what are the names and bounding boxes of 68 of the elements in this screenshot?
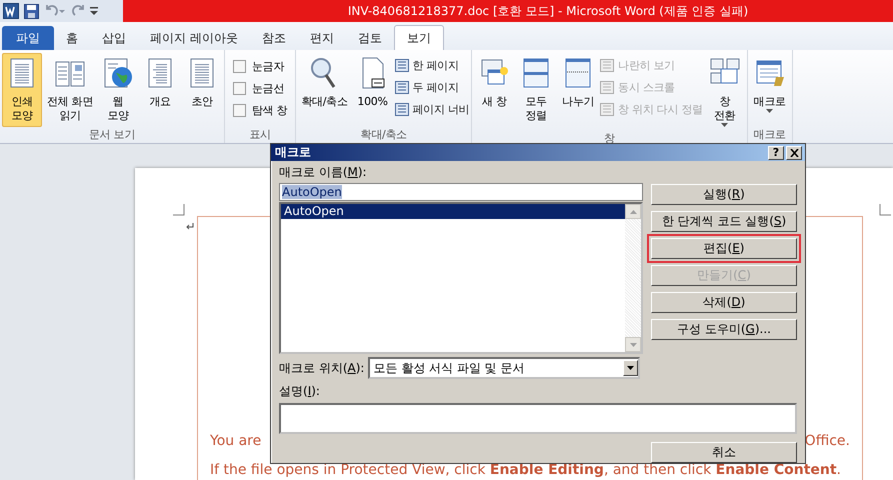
checkbox[interactable]: 탐색 창	[233, 99, 288, 121]
cancel-button[interactable]: 취소	[651, 442, 797, 463]
description-field[interactable]	[279, 403, 797, 434]
save-icon[interactable]	[24, 4, 39, 18]
dialog-title: 매크로	[275, 144, 311, 161]
ribbon-button[interactable]: 전체 화면 읽기	[44, 53, 96, 127]
scrollbar[interactable]	[625, 204, 641, 352]
group-label: 문서 보기	[88, 127, 136, 143]
page-icon	[600, 103, 614, 116]
ribbon-button[interactable]: 개요	[140, 53, 180, 127]
page-icon	[394, 81, 409, 94]
return-arrow-icon	[186, 223, 194, 230]
ribbon-small-button[interactable]: 한 페이지	[394, 56, 470, 75]
ribbon-tab[interactable]: 보기	[394, 25, 444, 50]
ribbon-tab[interactable]: 홈	[54, 26, 90, 50]
down-arrow-icon	[630, 342, 636, 346]
crop-mark-icon	[879, 204, 891, 216]
customize-caret-icon[interactable]	[90, 5, 98, 17]
ribbon-button[interactable]: 모두 정렬	[516, 53, 556, 131]
dialog-button[interactable]: 삭제(D)	[651, 292, 797, 313]
window-title: INV-840681218377.doc [호환 모드] - Microsoft Word (제품 인증 실패)	[348, 2, 748, 20]
ribbon-tab[interactable]: 페이지 레이아웃	[138, 26, 250, 50]
dialog-button[interactable]: 한 단계씩 코드 실행(S)	[651, 211, 797, 232]
ribbon-small-button[interactable]: 두 페이지	[394, 78, 470, 97]
ribbon-button[interactable]: 초안	[182, 53, 222, 127]
field-label: 매크로 이름(M):	[279, 164, 368, 181]
page-icon	[394, 103, 409, 116]
ribbon-button[interactable]: 확대/축소	[298, 53, 351, 127]
dialog-button[interactable]: 구성 도우미(G)...	[651, 319, 797, 340]
crop-mark-icon	[173, 204, 185, 216]
checkbox[interactable]: 눈금선	[233, 77, 288, 99]
document-text: If the file opens in Protected View, click Enable Editing, and then click Enable Content.	[210, 461, 842, 479]
group-label: 표시	[248, 127, 272, 143]
globe-page-icon	[102, 57, 134, 89]
close-button[interactable]	[786, 146, 802, 160]
group-label: 매크로	[752, 127, 787, 143]
ribbon-small-button[interactable]: 페이지 너비	[394, 100, 470, 119]
ribbon-button[interactable]: 새 창	[474, 53, 514, 131]
ribbon-button[interactable]: 인쇄 모양	[2, 53, 42, 127]
ribbon-button[interactable]: 100%	[352, 53, 393, 127]
macro-name-field[interactable]: AutoOpen	[279, 183, 643, 201]
group-label: 확대/축소	[360, 127, 408, 143]
up-arrow-icon	[630, 210, 636, 214]
word-app-icon[interactable]	[3, 3, 19, 19]
field-label: 설명(I):	[278, 383, 321, 400]
dialog-button[interactable]: 실행(R)	[651, 184, 797, 205]
down-arrow-icon	[627, 366, 634, 370]
ribbon-tab[interactable]: 검토	[346, 26, 394, 50]
dialog-button[interactable]: 편집(E)	[651, 238, 797, 259]
ribbon-tab[interactable]: 삽입	[90, 26, 138, 50]
ribbon-button[interactable]: 나누기	[558, 53, 598, 131]
checkbox[interactable]: 눈금자	[233, 55, 288, 77]
ribbon-tab[interactable]: 편지	[298, 26, 346, 50]
ribbon-button[interactable]: 웹 모양	[98, 53, 138, 127]
page-icon	[600, 59, 614, 72]
help-button[interactable]: ?	[768, 146, 784, 160]
page-icon	[394, 59, 409, 72]
ribbon-tab[interactable]: 참조	[250, 26, 298, 50]
close-icon	[790, 148, 798, 156]
macro-location-dropdown[interactable]: 모든 활성 서식 파일 및 문서	[368, 357, 640, 379]
ribbon-button[interactable]: 창 전환	[704, 53, 745, 131]
ribbon-tab[interactable]: 파일	[2, 26, 54, 50]
ribbon-button[interactable]: 매크로	[750, 53, 790, 127]
document-text: Office.	[804, 432, 850, 450]
field-label: 매크로 위치(A):	[279, 360, 364, 376]
macro-list-item[interactable]: AutoOpen	[281, 204, 625, 219]
page-icon	[600, 81, 614, 94]
document-text: You are	[210, 432, 262, 450]
